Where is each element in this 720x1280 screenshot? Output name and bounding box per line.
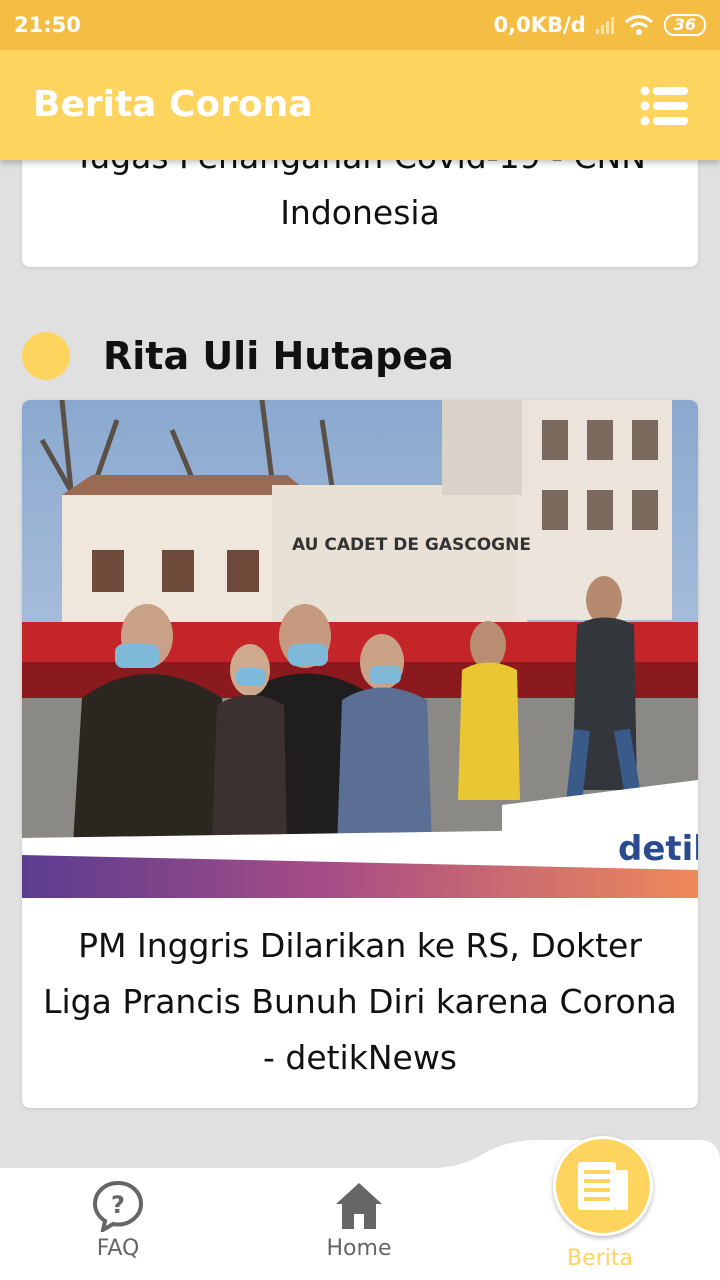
list-menu-icon[interactable]	[640, 86, 688, 126]
newspaper-icon	[578, 1162, 628, 1210]
svg-text:?: ?	[111, 1191, 125, 1219]
nav-label-berita: Berita	[567, 1246, 633, 1271]
home-icon	[336, 1183, 382, 1229]
status-time: 21:50	[14, 13, 81, 37]
nav-label-home: Home	[326, 1236, 392, 1261]
author-name: Rita Uli Hutapea	[103, 334, 454, 378]
author-bullet	[22, 332, 70, 380]
svg-text:AU CADET DE GASCOGNE: AU CADET DE GASCOGNE	[292, 535, 531, 555]
wifi-icon	[624, 15, 653, 35]
author-row: Rita Uli Hutapea	[22, 332, 454, 380]
signal-icon	[595, 16, 614, 34]
news-image: AU CADET DE GASCOGNE detil	[22, 400, 698, 898]
berita-fab-button[interactable]	[553, 1136, 653, 1236]
news-feed[interactable]: Tugas Penanganan Covid-19 - CNN Indonesi…	[0, 0, 720, 1280]
nav-label-faq: FAQ	[96, 1236, 140, 1261]
data-speed: 0,0KB/d	[493, 13, 586, 37]
status-bar: 21:50 0,0KB/d 36	[0, 0, 720, 50]
nav-item-home[interactable]: Home	[279, 1180, 439, 1261]
news-title: PM Inggris Dilarikan ke RS, Dokter Liga …	[43, 926, 677, 1077]
app-title: Berita Corona	[33, 84, 313, 125]
question-bubble-icon: ?	[92, 1180, 144, 1232]
app-bar: Berita Corona	[0, 50, 720, 160]
bottom-navigation: ? FAQ Home Berita	[0, 1136, 720, 1280]
status-indicators: 0,0KB/d 36	[494, 13, 706, 37]
svg-text:detil: detil	[618, 829, 698, 869]
news-card[interactable]: AU CADET DE GASCOGNE detil PM Inggris Di…	[22, 400, 698, 1108]
nav-item-faq[interactable]: ? FAQ	[38, 1180, 198, 1261]
battery-icon: 36	[663, 14, 706, 36]
